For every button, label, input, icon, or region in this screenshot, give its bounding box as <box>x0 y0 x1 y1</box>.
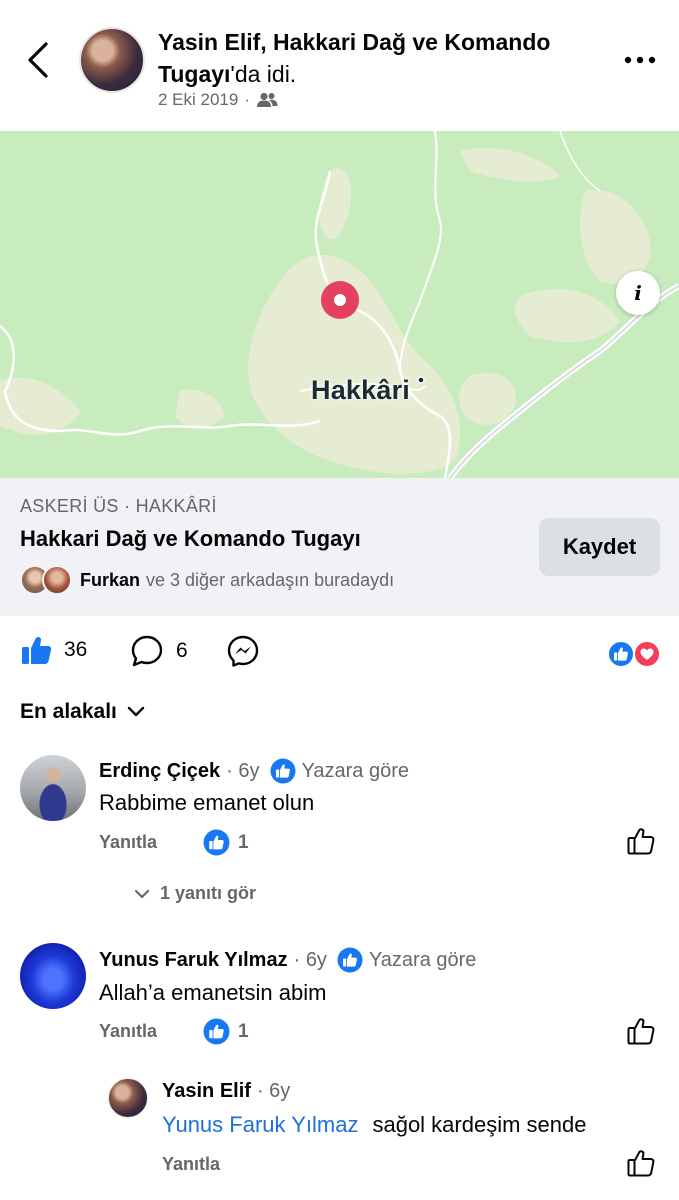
comment-action[interactable]: 6 <box>130 634 188 668</box>
commenter-name[interactable]: Yunus Faruk Yılmaz <box>99 949 288 972</box>
comment-count: 6 <box>176 639 188 662</box>
comment-time: · 6y <box>293 948 327 971</box>
comment-icon <box>131 635 163 667</box>
like-badge-icon <box>337 947 363 973</box>
comment-header: Yunus Faruk Yılmaz · 6y Yazara göre <box>99 947 476 973</box>
meta-separator: · <box>244 90 251 109</box>
map-terrain <box>0 131 679 478</box>
like-outline-icon[interactable] <box>626 826 656 856</box>
reactions-summary[interactable] <box>607 640 663 668</box>
reply-avatar[interactable] <box>108 1078 148 1118</box>
reply-button[interactable]: Yanıtla <box>162 1154 220 1175</box>
author-like-badge: Yazara göre <box>270 758 409 784</box>
location-map[interactable]: i <box>0 131 679 478</box>
author-badge-label: Yazara göre <box>368 948 477 971</box>
more-dots-icon[interactable] <box>622 50 658 70</box>
visitor-name: Furkan <box>80 569 141 590</box>
like-outline-icon[interactable] <box>626 1148 656 1178</box>
visitors-row[interactable]: Furkan ve 3 diğer arkadaşın buradaydı <box>20 565 394 595</box>
info-icon[interactable]: i <box>616 271 660 315</box>
visitors-text: ve 3 diğer arkadaşın buradaydı <box>146 569 395 590</box>
save-button[interactable]: Kaydet <box>539 518 660 576</box>
post-title-bold[interactable]: Yasin Elif, Hakkari Dağ ve Komando Tugay… <box>158 29 550 87</box>
reply-header: Yasin Elif · 6y <box>162 1080 290 1103</box>
author-like-badge: Yazara göre <box>337 947 476 973</box>
comment-header: Erdinç Çiçek · 6y Yazara göre <box>99 758 409 784</box>
reply-text: Yunus Faruk Yılmaz sağol kardeşim sende <box>162 1112 586 1138</box>
comment-likes[interactable]: 1 <box>203 829 249 856</box>
messenger-share-action[interactable] <box>226 634 260 668</box>
like-badge-icon <box>203 1018 230 1045</box>
commenter-avatar[interactable] <box>20 943 86 1009</box>
visitor-avatar <box>42 565 72 595</box>
messenger-icon <box>227 635 259 667</box>
like-action[interactable]: 36 <box>20 634 87 666</box>
chevron-left-icon[interactable] <box>22 40 56 80</box>
like-count: 36 <box>64 638 88 661</box>
post-meta: 2 Eki 2019 · <box>158 90 278 110</box>
reply-button[interactable]: Yanıtla <box>99 832 157 853</box>
chevron-down-icon <box>127 706 145 717</box>
comment-time: · 6y <box>226 759 260 782</box>
place-category: ASKERİ ÜS · HAKKÂRİ <box>20 496 217 516</box>
comment-like-count: 1 <box>238 831 249 853</box>
post-title: Yasin Elif, Hakkari Dağ ve Komando Tugay… <box>158 26 598 90</box>
post-title-suffix: 'da idi. <box>230 61 297 87</box>
reply-time: · 6y <box>256 1080 291 1102</box>
reply-body: sağol kardeşim sende <box>372 1112 587 1137</box>
author-avatar[interactable] <box>79 27 145 93</box>
reply-button[interactable]: Yanıtla <box>99 1021 157 1042</box>
action-bar: 36 6 <box>0 616 679 692</box>
comment-text: Allah’a emanetsin abim <box>99 980 327 1005</box>
sort-label: En alakalı <box>20 700 117 723</box>
comment-likes[interactable]: 1 <box>203 1018 249 1045</box>
post-date[interactable]: 2 Eki 2019 <box>158 90 238 110</box>
like-filled-icon <box>22 636 52 664</box>
friends-icon <box>257 92 278 107</box>
view-replies-label: 1 yanıtı gör <box>160 883 257 903</box>
place-name[interactable]: Hakkari Dağ ve Komando Tugayı <box>20 526 361 552</box>
reply-author-name[interactable]: Yasin Elif <box>162 1080 251 1103</box>
commenter-name[interactable]: Erdinç Çiçek <box>99 760 220 783</box>
comment-sort-dropdown[interactable]: En alakalı <box>20 700 145 724</box>
view-replies-button[interactable]: 1 yanıtı gör <box>134 883 256 904</box>
comment-like-count: 1 <box>238 1020 249 1042</box>
comment-text: Rabbime emanet olun <box>99 790 315 815</box>
author-badge-label: Yazara göre <box>301 759 409 782</box>
chevron-down-icon <box>134 889 150 898</box>
map-city-label: Hakkâri <box>311 375 410 405</box>
post-header: Yasin Elif, Hakkari Dağ ve Komando Tugay… <box>0 0 679 131</box>
like-badge-icon <box>203 829 230 856</box>
place-card[interactable]: ASKERİ ÜS · HAKKÂRİ Hakkari Dağ ve Koman… <box>0 478 679 616</box>
reply-mention[interactable]: Yunus Faruk Yılmaz <box>162 1112 358 1137</box>
like-badge-icon <box>270 758 296 784</box>
commenter-avatar[interactable] <box>20 755 86 821</box>
like-outline-icon[interactable] <box>626 1016 656 1046</box>
